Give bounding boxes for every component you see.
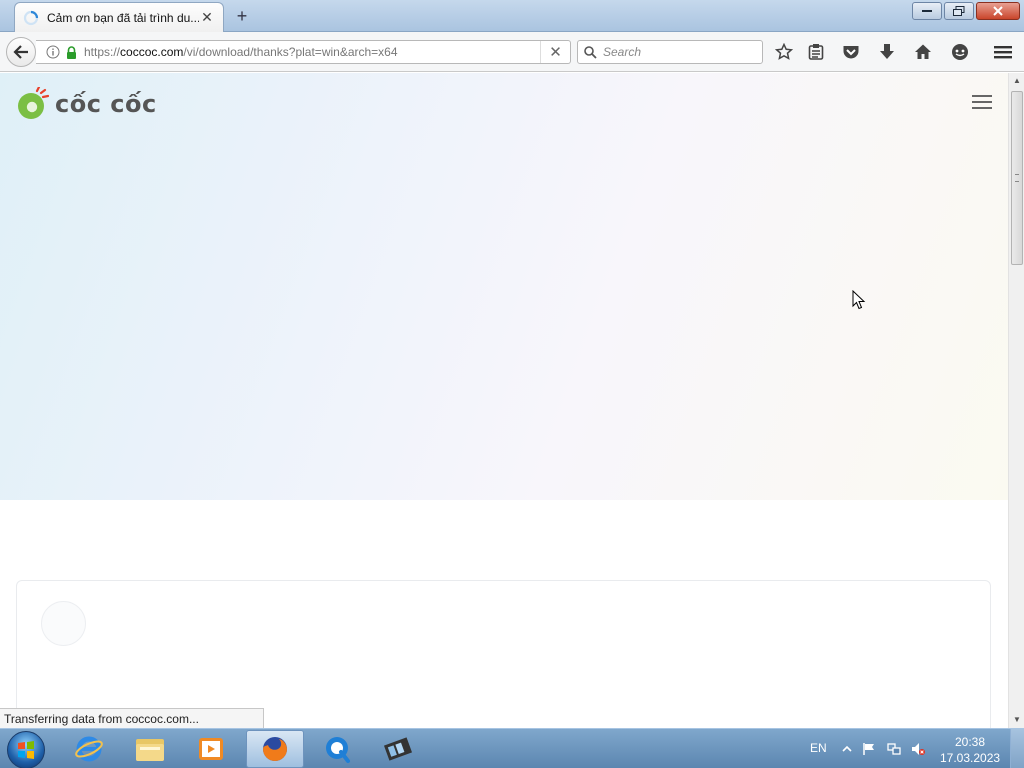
status-bar: Transferring data from coccoc.com... <box>0 708 264 729</box>
tray-expand-icon[interactable] <box>840 742 854 756</box>
search-input[interactable]: Search <box>577 40 763 64</box>
star-icon[interactable] <box>773 41 795 63</box>
network-icon[interactable] <box>887 742 901 756</box>
action-center-flag-icon[interactable] <box>862 742 876 756</box>
coccoc-leaf-icon <box>18 87 49 119</box>
url-bar[interactable]: https://coccoc.com/vi/download/thanks?pl… <box>36 40 571 64</box>
url-scheme: https:// <box>84 45 121 59</box>
hamburger-menu-icon[interactable] <box>972 95 992 109</box>
search-icon <box>584 45 597 59</box>
stop-loading-button[interactable]: ✕ <box>540 41 570 63</box>
close-window-icon <box>993 6 1003 16</box>
movie-maker-icon[interactable] <box>369 730 427 768</box>
start-button[interactable] <box>7 731 45 768</box>
lock-icon[interactable] <box>64 45 78 59</box>
back-button[interactable] <box>6 37 36 67</box>
pocket-icon[interactable] <box>840 41 862 63</box>
tab-title: Cảm ơn bạn đã tải trình du... <box>47 10 199 25</box>
language-indicator[interactable]: EN <box>810 741 827 755</box>
media-player-icon[interactable] <box>182 730 240 768</box>
windows-logo-icon <box>18 741 34 759</box>
quicktime-icon[interactable] <box>308 730 366 768</box>
coccoc-logo[interactable]: cốc cốc <box>15 87 157 121</box>
menu-icon[interactable] <box>992 41 1014 63</box>
restore-icon <box>953 6 965 16</box>
info-icon[interactable] <box>42 45 64 59</box>
navigation-toolbar: https://coccoc.com/vi/download/thanks?pl… <box>0 32 1024 72</box>
home-icon[interactable] <box>912 41 934 63</box>
back-arrow-icon <box>13 45 28 59</box>
vertical-scrollbar[interactable]: ▲ ▼ <box>1008 73 1024 728</box>
mouse-cursor-icon <box>852 290 866 310</box>
window-controls <box>912 2 1020 20</box>
loading-spinner-icon <box>23 10 39 25</box>
system-clock[interactable]: 20:38 17.03.2023 <box>940 734 1000 766</box>
chat-icon[interactable] <box>949 41 971 63</box>
volume-muted-icon[interactable] <box>911 742 925 756</box>
logo-text: cốc cốc <box>55 90 157 118</box>
clock-date: 17.03.2023 <box>940 751 1001 765</box>
new-tab-button[interactable]: + <box>232 6 252 26</box>
url-domain: coccoc.com <box>120 45 184 59</box>
close-window-button[interactable] <box>976 2 1020 20</box>
card-placeholder-circle <box>41 601 86 646</box>
internet-explorer-icon[interactable] <box>60 730 118 768</box>
scroll-up-icon[interactable]: ▲ <box>1009 73 1024 89</box>
tab-active[interactable]: Cảm ơn bạn đã tải trình du... ✕ <box>14 2 224 32</box>
minimize-button[interactable] <box>912 2 942 20</box>
close-icon[interactable]: ✕ <box>199 9 215 26</box>
minimize-icon <box>922 10 932 12</box>
show-desktop-button[interactable] <box>1010 729 1024 768</box>
thumb-grip <box>1015 174 1019 182</box>
download-icon[interactable] <box>876 41 898 63</box>
reading-list-icon[interactable] <box>805 41 827 63</box>
url-path: /vi/download/thanks?plat=win&arch=x64 <box>183 45 398 59</box>
file-explorer-icon[interactable] <box>121 730 179 768</box>
firefox-icon[interactable] <box>246 730 304 768</box>
hero-section: cốc cốc <box>0 73 1008 500</box>
url-text[interactable]: https://coccoc.com/vi/download/thanks?pl… <box>84 45 540 59</box>
search-placeholder: Search <box>603 45 642 59</box>
page-viewport: cốc cốc <box>0 73 1008 728</box>
scroll-down-icon[interactable]: ▼ <box>1009 712 1024 728</box>
windows-taskbar: EN 20:38 17.03.2023 <box>0 728 1024 768</box>
restore-button[interactable] <box>944 2 974 20</box>
scrollbar-thumb[interactable] <box>1011 91 1023 265</box>
window-titlebar: Cảm ơn bạn đã tải trình du... ✕ + <box>0 0 1024 32</box>
content-card <box>16 580 991 728</box>
clock-time: 20:38 <box>954 735 986 749</box>
